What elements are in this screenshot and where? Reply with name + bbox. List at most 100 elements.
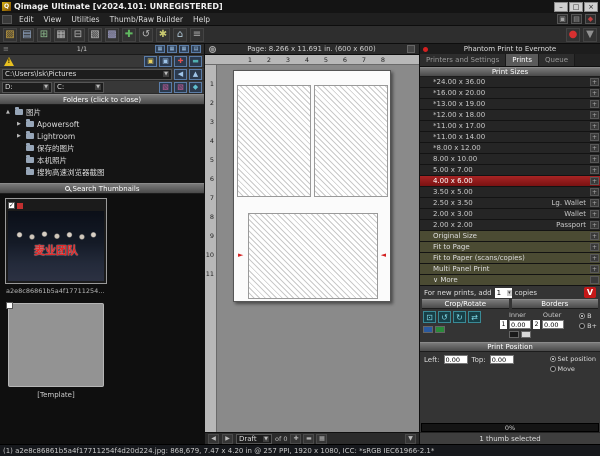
chevron-down-icon[interactable]: ▼	[43, 84, 49, 90]
border-color-swatch[interactable]	[509, 331, 519, 338]
grid-toggle-icon[interactable]	[407, 45, 415, 53]
crop-color-swatch[interactable]	[423, 326, 433, 333]
filmstrip-icon[interactable]: ▩	[105, 28, 119, 42]
print-size-row[interactable]: Fit to Page +	[420, 242, 600, 253]
add-size-button[interactable]: +	[590, 177, 599, 185]
rotate-right-icon[interactable]: ↻	[453, 311, 466, 323]
fit-page-icon[interactable]: ▦	[316, 434, 327, 444]
print-size-row[interactable]: 2.00 x 3.00 Wallet +	[420, 209, 600, 220]
tree-item[interactable]: ▲ 图片	[0, 106, 204, 118]
minimize-button[interactable]: –	[554, 2, 568, 12]
menu-item[interactable]: Thumb/Raw Builder	[105, 13, 188, 26]
thumbnail-image[interactable]: 麦业团队	[8, 211, 104, 281]
page-layout-icon[interactable]: ▦	[54, 28, 68, 42]
menu-item[interactable]: Help	[188, 13, 215, 26]
print-size-row[interactable]: *11.00 x 17.00 +	[420, 121, 600, 132]
drive-c-combo[interactable]: C: ▼	[54, 82, 104, 93]
print-placement-selected[interactable]	[248, 213, 378, 299]
print-size-row[interactable]: *8.00 x 12.00 +	[420, 143, 600, 154]
filter-raw-icon[interactable]: ▧	[159, 82, 172, 93]
add-size-button[interactable]: +	[590, 122, 599, 130]
thumb-view-icon[interactable]: ▤	[191, 45, 201, 53]
warning-icon[interactable]	[4, 57, 14, 66]
print-size-row[interactable]: *24.00 x 36.00 +	[420, 77, 600, 88]
remove-favorite-icon[interactable]: ▬	[189, 56, 202, 67]
filter-jpg-icon[interactable]: ▧	[174, 82, 187, 93]
tree-expand-icon[interactable]: ▲	[6, 109, 12, 115]
collapse-toolbar-icon[interactable]: ▼	[583, 28, 597, 42]
thumb-checkbox[interactable]: ✓	[8, 202, 15, 209]
tree-expand-icon[interactable]: ▶	[17, 121, 23, 127]
print-size-row[interactable]: Fit to Paper (scans/copies) +	[420, 253, 600, 264]
print-size-row[interactable]: 8.00 x 10.00 +	[420, 154, 600, 165]
add-size-button[interactable]: +	[590, 265, 599, 273]
add-to-queue-icon[interactable]: ⊞	[37, 28, 51, 42]
folder-back-icon[interactable]: ◀	[174, 69, 187, 80]
home-icon[interactable]: ⌂	[173, 28, 187, 42]
printer-icon[interactable]: ⊟	[71, 28, 85, 42]
thumb-size-medium-icon[interactable]: ▦	[167, 45, 177, 53]
collapse-panel-icon[interactable]: ▼	[405, 434, 416, 444]
tree-expand-icon[interactable]: ▶	[17, 133, 23, 139]
folder-up-icon[interactable]: ▲	[189, 69, 202, 80]
chevron-down-icon[interactable]: ▼	[163, 71, 169, 77]
system-menu-icon[interactable]	[2, 15, 12, 24]
add-size-button[interactable]: +	[590, 232, 599, 240]
help-pin-icon[interactable]: ◆	[585, 14, 596, 24]
add-size-button[interactable]: +	[590, 133, 599, 141]
add-size-button[interactable]: +	[590, 111, 599, 119]
add-size-button[interactable]: +	[590, 254, 599, 262]
add-size-button[interactable]	[590, 276, 599, 284]
border-color-swatch[interactable]	[521, 331, 531, 338]
layout-toggle-icon[interactable]: ▤	[571, 14, 582, 24]
settings-icon[interactable]: ✱	[156, 28, 170, 42]
thumb-flag-icon[interactable]	[17, 203, 23, 209]
prev-page-button[interactable]: ◀	[208, 434, 219, 444]
folders-header[interactable]: Folders (click to close)	[0, 94, 204, 105]
add-size-button[interactable]: +	[590, 243, 599, 251]
print-size-row[interactable]: 3.50 x 5.00 +	[420, 187, 600, 198]
print-size-row[interactable]: ∨ More	[420, 275, 600, 286]
print-size-row[interactable]: Original Size +	[420, 231, 600, 242]
quality-combo[interactable]: Draft ▼	[236, 434, 272, 444]
print-size-row[interactable]: Multi Panel Print +	[420, 264, 600, 275]
add-size-button[interactable]: +	[590, 155, 599, 163]
print-placement[interactable]	[314, 85, 388, 197]
panel-toggle-icon[interactable]: ▣	[557, 14, 568, 24]
maximize-button[interactable]: □	[569, 2, 583, 12]
close-button[interactable]: ×	[584, 2, 598, 12]
add-print-icon[interactable]: ✚	[122, 28, 136, 42]
add-size-button[interactable]: +	[590, 78, 599, 86]
tree-item[interactable]: 保存的图片	[0, 142, 204, 154]
b-radio[interactable]	[579, 313, 585, 319]
inner-border-input[interactable]	[509, 320, 531, 329]
add-size-button[interactable]: +	[590, 144, 599, 152]
menu-item[interactable]: Utilities	[66, 13, 104, 26]
template-thumbnail[interactable]	[5, 301, 107, 387]
print-size-row[interactable]: *16.00 x 20.00 +	[420, 88, 600, 99]
open-folder-icon[interactable]: ▨	[3, 28, 17, 42]
next-page-button[interactable]: ▶	[222, 434, 233, 444]
add-size-button[interactable]: +	[590, 100, 599, 108]
chevron-down-icon[interactable]: ▼	[263, 436, 269, 442]
template-checkbox[interactable]	[6, 302, 13, 309]
tab[interactable]: Prints	[506, 54, 539, 66]
menu-item[interactable]: Edit	[14, 13, 39, 26]
search-thumbnails-header[interactable]: Search Thumbnails	[0, 183, 204, 194]
set-position-radio[interactable]	[550, 356, 556, 362]
page-setup-icon[interactable]	[209, 46, 216, 53]
add-favorite-icon[interactable]: ✚	[174, 56, 187, 67]
zoom-out-icon[interactable]: ▬	[303, 434, 314, 444]
print-size-row[interactable]: *13.00 x 19.00 +	[420, 99, 600, 110]
add-size-button[interactable]: +	[590, 210, 599, 218]
live-view-icon[interactable]: ●	[566, 28, 580, 42]
zoom-in-icon[interactable]: ✚	[290, 434, 301, 444]
print-preview-icon[interactable]: ▧	[88, 28, 102, 42]
pos-left-input[interactable]	[444, 355, 468, 364]
pos-top-input[interactable]	[490, 355, 514, 364]
outer-border-input[interactable]	[542, 320, 564, 329]
move-radio[interactable]	[550, 366, 556, 372]
refresh-thumbs-icon[interactable]: ◆	[189, 82, 202, 93]
crop-tool-icon[interactable]: ⊡	[423, 311, 436, 323]
panel-grip[interactable]: ≡	[3, 45, 9, 53]
